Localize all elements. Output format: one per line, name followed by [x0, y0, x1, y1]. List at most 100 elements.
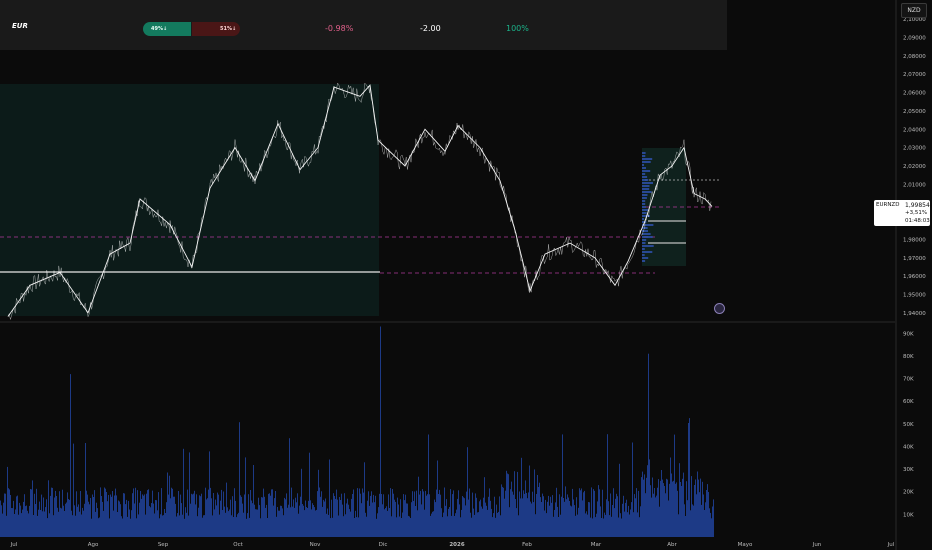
volume-bar [609, 515, 610, 537]
volume-bar [369, 505, 370, 537]
volume-bar [561, 496, 562, 537]
volume-bar [221, 489, 222, 537]
volume-bar [497, 512, 498, 537]
volume-bar [699, 492, 700, 537]
volume-bar [92, 494, 93, 537]
volume-bar [391, 516, 392, 537]
volume-bar [422, 489, 423, 537]
price-tick-label: 2,01000 [903, 182, 926, 188]
volume-bar [210, 487, 211, 537]
volume-bar [482, 508, 483, 537]
tag-countdown: 01:48:03 [905, 218, 930, 224]
volume-bar [617, 496, 618, 537]
volume-bar [284, 497, 285, 537]
time-tick-label: Feb [522, 542, 532, 548]
volume-bar [35, 504, 36, 537]
buy-sentiment-pill[interactable]: 49%↓ [143, 22, 191, 36]
volume-bar [641, 477, 642, 537]
volume-bar [138, 514, 139, 537]
volume-bar [706, 490, 707, 537]
header-symbol[interactable]: EUR [12, 22, 28, 30]
volume-bar [462, 496, 463, 537]
volume-bar [54, 497, 55, 537]
volume-bar [289, 438, 290, 537]
volume-bar [702, 481, 703, 537]
volume-bar [654, 488, 655, 537]
volume-bar [49, 513, 50, 537]
sell-sentiment-pill[interactable]: 51%↓ [192, 22, 240, 36]
volume-bar [653, 493, 654, 537]
volume-bar [655, 497, 656, 537]
volume-bar [464, 498, 465, 537]
volume-bar [63, 505, 64, 537]
volume-profile-bar [642, 170, 651, 172]
volume-bar [159, 518, 160, 537]
volume-bar [14, 514, 15, 537]
last-price-tag: EURNZD 1,99854 +3,51% 01:48:03 [874, 200, 930, 226]
volume-bar [15, 509, 16, 537]
volume-bar [695, 479, 696, 537]
volume-bar [662, 479, 663, 537]
volume-bar [361, 503, 362, 537]
volume-bar [660, 480, 661, 537]
volume-bar [376, 518, 377, 537]
price-axis[interactable]: 2,10000 2,09000 2,08000 2,07000 2,06000 2,050… [903, 17, 926, 317]
volume-bar [501, 484, 502, 537]
header-percent: 100% [506, 24, 529, 33]
volume-bar [178, 491, 179, 537]
volume-bar [554, 510, 555, 537]
volume-bar [709, 508, 710, 537]
volume-bar [58, 511, 59, 537]
time-axis[interactable]: Jul Ago Sep Oct Nov Dic 2026 Feb Mar Abr Mayo Jun Ju… [10, 542, 895, 548]
volume-bar [310, 500, 311, 537]
volume-bar [82, 507, 83, 537]
volume-bar [605, 514, 606, 537]
volume-bar [291, 487, 292, 537]
record-icon[interactable] [714, 303, 725, 314]
volume-bar [592, 518, 593, 537]
volume-bar [60, 507, 61, 537]
volume-bar [431, 513, 432, 537]
volume-bar [596, 513, 597, 537]
volume-bar [347, 498, 348, 537]
volume-bar [568, 497, 569, 537]
volume-bar [125, 504, 126, 537]
volume-axis[interactable]: 90K 80K 70K 60K 50K 40K 30K 20K 10K [903, 331, 914, 518]
currency-button[interactable]: NZD [901, 3, 927, 18]
volume-bar [529, 465, 530, 537]
volume-bar [437, 460, 438, 537]
volume-bar [122, 518, 123, 537]
volume-bar [420, 490, 421, 537]
volume-bar [459, 504, 460, 537]
volume-bar [485, 502, 486, 537]
volume-bar [27, 510, 28, 537]
volume-bar [382, 504, 383, 537]
volume-bar [230, 499, 231, 537]
volume-bar [201, 493, 202, 537]
volume-bar [51, 487, 52, 537]
volume-bar [104, 487, 105, 537]
volume-bar [216, 505, 217, 537]
volume-bar [168, 494, 169, 537]
volume-bar [393, 493, 394, 537]
time-tick-label: Jun [812, 542, 822, 548]
volume-bar [531, 503, 532, 537]
volume-bar [710, 512, 711, 537]
volume-bar [211, 498, 212, 537]
volume-bar [205, 487, 206, 537]
volume-bar [623, 495, 624, 537]
volume-bar [615, 498, 616, 537]
volume-bar [536, 494, 537, 537]
volume-bar [52, 487, 53, 537]
volume-bar [469, 488, 470, 537]
volume-bar [509, 507, 510, 537]
volume-bar [552, 495, 553, 537]
volume-bar [313, 505, 314, 537]
chart-canvas[interactable]: 2,10000 2,09000 2,08000 2,07000 2,06000 2,050… [0, 0, 932, 550]
volume-bar [622, 503, 623, 537]
volume-profile-bar [642, 179, 649, 181]
volume-bar [370, 495, 371, 537]
volume-bar [441, 508, 442, 537]
volume-bar [256, 509, 257, 537]
volume-bar [606, 499, 607, 537]
